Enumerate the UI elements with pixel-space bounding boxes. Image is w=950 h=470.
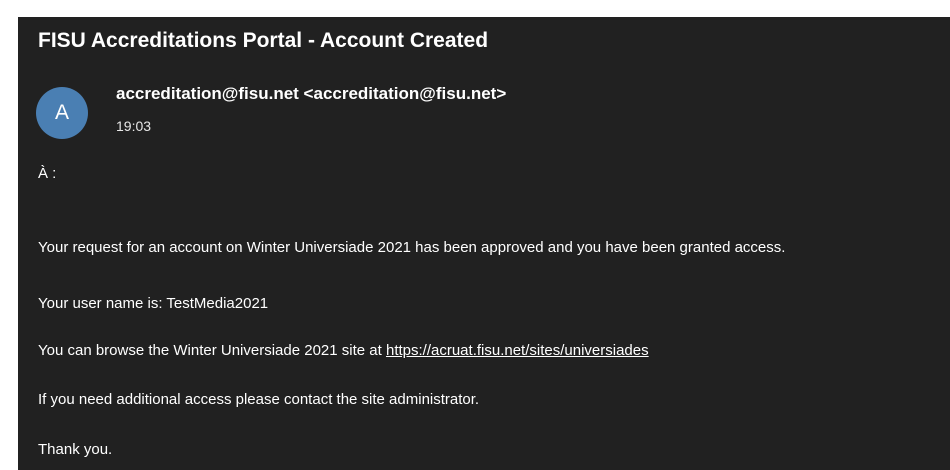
avatar-initial: A — [54, 101, 69, 124]
body-line-contact: If you need additional access please con… — [38, 391, 480, 408]
site-link[interactable]: https://acruat.fisu.net/sites/universiad… — [386, 342, 649, 359]
sender-address[interactable]: accreditation@fisu.net <accreditation@fi… — [116, 84, 506, 104]
sender-avatar[interactable]: A — [36, 87, 88, 139]
email-subject: FISU Accreditations Portal - Account Cre… — [38, 29, 489, 52]
body-line-thanks: Thank you. — [38, 441, 113, 458]
body-line-browse: You can browse the Winter Universiade 20… — [38, 342, 649, 359]
email-reading-pane: FISU Accreditations Portal - Account Cre… — [18, 17, 950, 470]
body-line-approval: Your request for an account on Winter Un… — [38, 239, 786, 256]
email-timestamp: 19:03 — [116, 118, 152, 134]
recipients-label: À : — [38, 165, 57, 182]
body-line-browse-text: You can browse the Winter Universiade 20… — [38, 342, 386, 359]
body-line-username: Your user name is: TestMedia2021 — [38, 295, 269, 312]
